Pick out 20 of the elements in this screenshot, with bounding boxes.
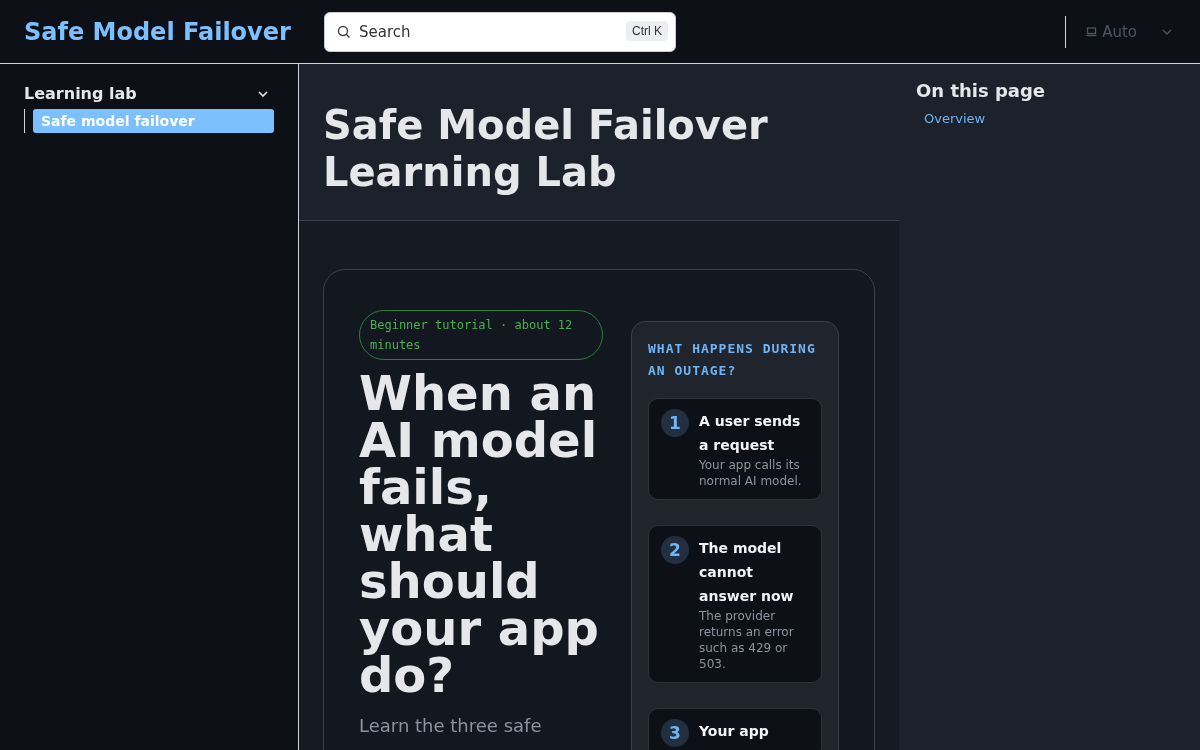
step-title: A user sends a request	[699, 412, 802, 455]
monitor-icon	[1086, 26, 1098, 37]
lead-text: Learn the three safe	[359, 715, 543, 736]
step-number: 2	[661, 536, 689, 564]
step-title: The model cannot answer now	[699, 539, 795, 606]
toc-title: On this page	[916, 80, 1047, 101]
step-number: 3	[661, 719, 689, 747]
step-description: Your app calls its normal AI model.	[699, 457, 803, 489]
site-title[interactable]: Safe Model Failover	[24, 17, 324, 46]
step-number: 1	[661, 409, 689, 437]
toc-link[interactable]: Overview	[916, 109, 1183, 128]
step-title: Your app	[699, 722, 769, 741]
page-title: Safe Model Failover Learning Lab	[323, 102, 769, 196]
shortcut-hint: Ctrl K	[626, 20, 668, 41]
hero-heading: When an AI model fails, what should your app do?	[359, 370, 600, 699]
sidebar-group[interactable]: Learning lab	[24, 82, 268, 107]
step-description: The provider returns an error such as 429 or 503.	[699, 608, 795, 672]
chevron-down-icon	[1162, 28, 1172, 35]
tutorial-badge: Beginner tutorial · about 12 minutes	[359, 310, 603, 360]
panel-title: WHAT HAPPENS DURING AN OUTAGE?	[648, 340, 817, 380]
